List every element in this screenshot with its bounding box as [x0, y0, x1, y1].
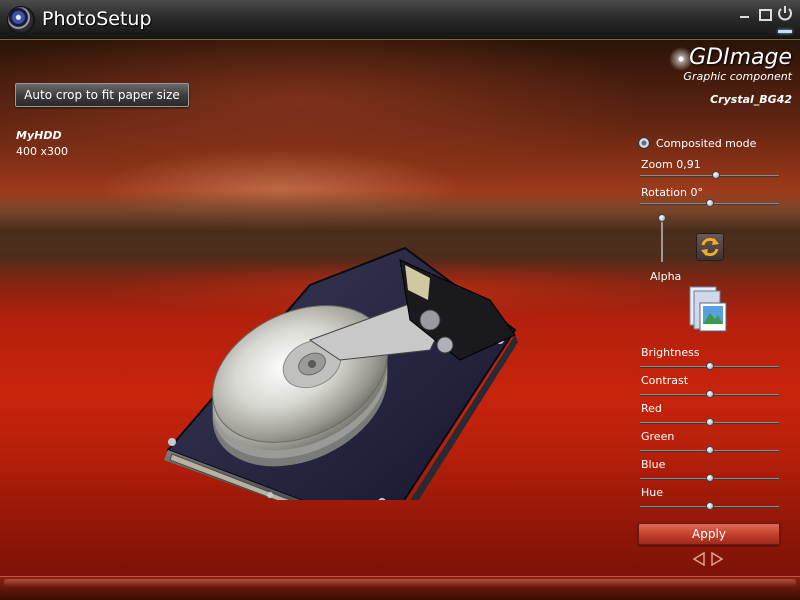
green-slider[interactable] — [640, 446, 779, 454]
triangle-left-icon[interactable] — [692, 551, 706, 567]
apply-button[interactable]: Apply — [638, 523, 780, 545]
image-name: MyHDD — [16, 129, 62, 142]
minimize-button[interactable] — [738, 6, 752, 20]
red-slider-thumb[interactable] — [705, 418, 714, 426]
brightness-slider-thumb[interactable] — [705, 362, 714, 370]
slider-label-contrast: Contrast — [641, 374, 689, 387]
camera-lens-icon — [7, 6, 35, 34]
hdd-image[interactable] — [160, 240, 520, 500]
contrast-slider-thumb[interactable] — [705, 390, 714, 398]
alpha-slider-thumb[interactable] — [658, 214, 666, 222]
status-bar — [0, 576, 800, 600]
contrast-slider[interactable] — [640, 390, 779, 398]
radio-button-icon[interactable] — [638, 137, 650, 149]
app-title: PhotoSetup — [42, 8, 152, 30]
title-bar: PhotoSetup — [0, 0, 800, 40]
power-close-icon[interactable] — [776, 4, 794, 22]
zoom-label: Zoom 0,91 — [641, 158, 701, 171]
swap-arrows-icon[interactable] — [696, 233, 724, 261]
triangle-right-icon[interactable] — [710, 551, 724, 567]
status-bar-gloss — [4, 579, 796, 587]
blue-slider[interactable] — [640, 474, 779, 482]
slider-label-brightness: Brightness — [641, 346, 700, 359]
hue-slider-thumb[interactable] — [705, 502, 714, 510]
green-slider-thumb[interactable] — [705, 446, 714, 454]
photo-stack-icon[interactable] — [688, 285, 728, 337]
zoom-slider[interactable] — [640, 171, 779, 179]
hue-slider[interactable] — [640, 502, 779, 510]
slider-label-green: Green — [641, 430, 675, 443]
image-size: 400 x300 — [16, 145, 68, 158]
composited-mode-label: Composited mode — [656, 136, 757, 150]
alpha-label: Alpha — [650, 270, 682, 283]
zoom-slider-thumb[interactable] — [712, 171, 721, 179]
composited-mode-radio[interactable]: Composited mode — [638, 136, 756, 150]
theme-name: Crystal_BG42 — [710, 93, 792, 106]
slider-label-red: Red — [641, 402, 662, 415]
maximize-button[interactable] — [757, 6, 772, 21]
rotation-label: Rotation 0° — [641, 186, 703, 199]
window-indicator — [778, 30, 792, 33]
red-slider[interactable] — [640, 418, 779, 426]
rotation-slider-thumb[interactable] — [705, 199, 714, 207]
slider-label-hue: Hue — [641, 486, 664, 499]
brand-title: GDImage — [689, 45, 792, 70]
canvas-area[interactable]: Auto crop to fit paper size MyHDD 400 x3… — [0, 40, 800, 576]
brightness-slider[interactable] — [640, 362, 779, 370]
auto-crop-button[interactable]: Auto crop to fit paper size — [15, 83, 189, 107]
rotation-slider[interactable] — [640, 199, 779, 207]
blue-slider-thumb[interactable] — [705, 474, 714, 482]
alpha-slider[interactable] — [658, 214, 666, 262]
brand-subtitle: Graphic component — [683, 70, 792, 83]
slider-label-blue: Blue — [641, 458, 666, 471]
